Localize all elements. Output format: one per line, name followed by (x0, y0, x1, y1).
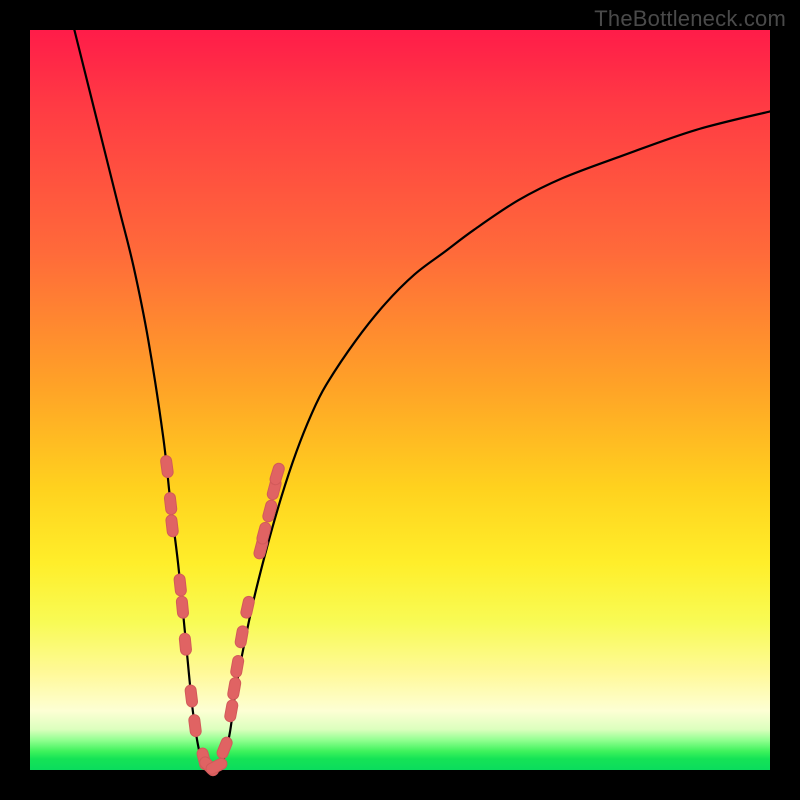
marker-group (160, 455, 286, 778)
data-marker (240, 595, 256, 619)
data-marker (224, 699, 239, 723)
plot-area (30, 30, 770, 770)
chart-frame: TheBottleneck.com (0, 0, 800, 800)
data-marker (230, 655, 245, 679)
watermark-text: TheBottleneck.com (594, 6, 786, 32)
data-marker (179, 633, 192, 656)
data-marker (185, 684, 199, 707)
bottleneck-curve (74, 30, 770, 771)
data-marker (227, 677, 242, 701)
chart-svg (30, 30, 770, 770)
data-marker (164, 492, 177, 515)
data-marker (165, 514, 178, 537)
data-marker (215, 736, 233, 761)
data-marker (188, 714, 202, 737)
data-marker (269, 462, 286, 486)
data-marker (176, 596, 189, 619)
data-marker (234, 625, 249, 649)
data-marker (160, 455, 174, 478)
data-marker (174, 573, 187, 596)
